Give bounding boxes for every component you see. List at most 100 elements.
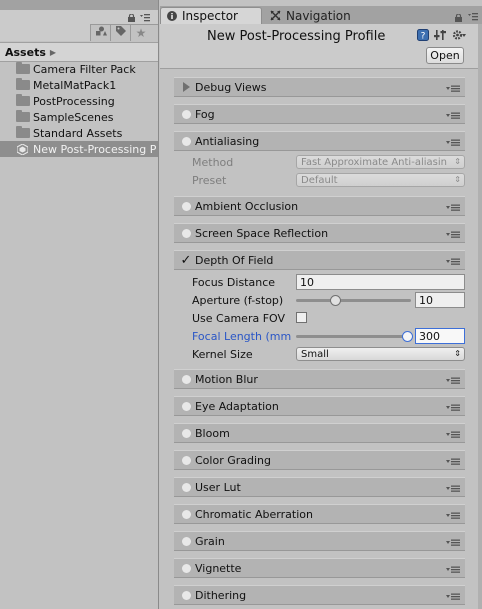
effect-label: Debug Views (195, 80, 267, 94)
effect-toggle[interactable] (178, 428, 194, 438)
effect-menu-icon[interactable] (446, 402, 460, 415)
list-item-selected[interactable]: New Post-Processing P (0, 141, 158, 157)
open-button[interactable]: Open (426, 47, 464, 64)
effect-toggle[interactable] (178, 201, 194, 211)
method-label: Method (192, 155, 234, 169)
folder-icon (16, 110, 30, 122)
effect-toggle[interactable] (178, 455, 194, 465)
effect-color-grading[interactable]: Color Grading (174, 450, 465, 470)
inspector-tab-bar: Inspector Navigation (160, 6, 482, 24)
effect-toggle[interactable] (178, 509, 194, 519)
asset-list: Camera Filter Pack MetalMatPack1 PostPro… (0, 61, 158, 157)
focal-length-field[interactable]: 300 (415, 328, 465, 344)
effect-label: Antialiasing (195, 134, 260, 148)
list-item[interactable]: SampleScenes (0, 109, 158, 125)
effect-menu-icon[interactable] (446, 591, 460, 604)
aperture-label: Aperture (f-stop) (192, 293, 284, 307)
breadcrumb-assets[interactable]: Assets (5, 46, 46, 59)
preset-value: Default (301, 174, 338, 186)
gear-icon[interactable] (452, 29, 466, 44)
effect-menu-icon[interactable] (446, 429, 460, 442)
effect-eye-adaptation[interactable]: Eye Adaptation (174, 396, 465, 416)
radio-dot-icon (181, 563, 191, 573)
effect-menu-icon[interactable] (446, 537, 460, 550)
folder-icon (16, 62, 30, 74)
filter-by-label-button[interactable] (110, 24, 131, 41)
effect-toggle[interactable] (178, 590, 194, 600)
list-item[interactable]: Camera Filter Pack (0, 61, 158, 77)
effect-menu-icon[interactable] (446, 510, 460, 523)
list-item[interactable]: PostProcessing (0, 93, 158, 109)
folder-icon (16, 94, 30, 106)
method-dropdown[interactable]: Fast Approximate Anti-aliasin ⇕ (296, 155, 465, 169)
effect-toggle[interactable] (178, 228, 194, 238)
effect-toggle[interactable] (178, 563, 194, 573)
radio-dot-icon (181, 228, 191, 238)
effect-grain[interactable]: Grain (174, 531, 465, 551)
tab-navigation[interactable]: Navigation (264, 7, 374, 24)
radio-dot-icon (181, 482, 191, 492)
info-icon (167, 11, 177, 21)
effect-menu-icon[interactable] (446, 202, 460, 215)
effect-toggle[interactable] (178, 536, 194, 546)
effect-menu-icon[interactable] (446, 483, 460, 496)
panel-menu-icon[interactable] (468, 11, 478, 24)
list-item-label: Camera Filter Pack (33, 62, 136, 76)
focal-length-slider[interactable] (296, 335, 411, 338)
svg-text:?: ? (421, 32, 426, 42)
effect-menu-icon[interactable] (446, 83, 460, 96)
effect-antialiasing[interactable]: Antialiasing (174, 131, 465, 151)
effect-toggle[interactable] (178, 374, 194, 384)
preset-dropdown[interactable]: Default ⇕ (296, 173, 465, 187)
lock-icon[interactable] (128, 12, 135, 22)
effect-bloom[interactable]: Bloom (174, 423, 465, 443)
effect-fog[interactable]: Fog (174, 104, 465, 124)
effect-menu-icon[interactable] (446, 137, 460, 150)
effect-menu-icon[interactable] (446, 110, 460, 123)
effect-debug-views[interactable]: Debug Views (174, 77, 465, 97)
radio-dot-icon (181, 455, 191, 465)
effect-menu-icon[interactable] (446, 256, 460, 269)
filter-by-type-button[interactable] (90, 24, 111, 41)
aperture-slider-thumb[interactable] (329, 295, 341, 306)
focus-distance-field[interactable]: 10 (296, 274, 465, 290)
tab-inspector[interactable]: Inspector (160, 7, 262, 24)
effect-screen-space-reflection[interactable]: Screen Space Reflection (174, 223, 465, 243)
effect-ambient-occlusion[interactable]: Ambient Occlusion (174, 196, 465, 216)
effect-toggle[interactable] (178, 136, 194, 146)
effect-menu-icon[interactable] (446, 375, 460, 388)
effect-label: User Lut (195, 480, 241, 494)
effect-user-lut[interactable]: User Lut (174, 477, 465, 497)
aperture-field[interactable]: 10 (415, 292, 465, 308)
aperture-slider[interactable] (296, 299, 411, 302)
favorites-button[interactable]: ★ (130, 24, 151, 41)
use-camera-fov-checkbox[interactable] (296, 312, 307, 323)
effect-depth-of-field[interactable]: ✓ Depth Of Field (174, 250, 465, 270)
effect-menu-icon[interactable] (446, 564, 460, 577)
kernel-size-dropdown[interactable]: Small ⇕ (296, 347, 465, 361)
effect-menu-icon[interactable] (446, 456, 460, 469)
unity-asset-icon (16, 143, 28, 155)
effect-label: Depth Of Field (195, 253, 274, 267)
help-icon[interactable]: ? (417, 29, 429, 44)
project-search-bar[interactable] (0, 24, 90, 41)
effect-toggle[interactable] (178, 109, 194, 119)
window-edge (478, 24, 482, 609)
effect-toggle[interactable] (178, 482, 194, 492)
effect-toggle[interactable]: ✓ (178, 254, 194, 267)
effect-menu-icon[interactable] (446, 229, 460, 242)
effect-label: Color Grading (195, 453, 271, 467)
effect-toggle[interactable] (178, 401, 194, 411)
effect-chromatic-aberration[interactable]: Chromatic Aberration (174, 504, 465, 524)
list-item-label: PostProcessing (33, 94, 115, 108)
effect-dithering[interactable]: Dithering (174, 585, 465, 605)
preset-icon[interactable] (434, 29, 446, 44)
radio-dot-icon (181, 109, 191, 119)
effect-vignette[interactable]: Vignette (174, 558, 465, 578)
effect-motion-blur[interactable]: Motion Blur (174, 369, 465, 389)
expand-arrow-icon[interactable] (178, 82, 194, 92)
list-item[interactable]: MetalMatPack1 (0, 77, 158, 93)
breadcrumb[interactable]: Assets ▶ (0, 42, 158, 62)
list-item[interactable]: Standard Assets (0, 125, 158, 141)
focal-length-slider-thumb[interactable] (402, 331, 413, 342)
